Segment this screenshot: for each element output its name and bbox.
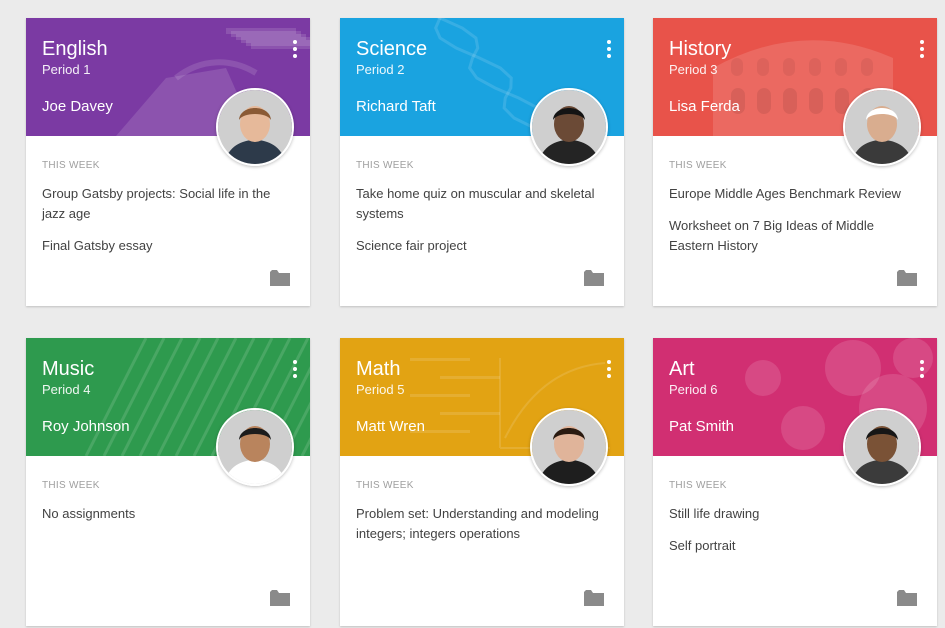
assignment-item[interactable]: Take home quiz on muscular and skeletal … <box>356 184 604 224</box>
class-title[interactable]: English <box>42 38 108 60</box>
teacher-name: Matt Wren <box>356 418 425 435</box>
assignment-item[interactable]: Self portrait <box>669 536 917 556</box>
assignment-list: Problem set: Understanding and modeling … <box>356 504 604 556</box>
teacher-avatar <box>843 88 921 166</box>
folder-icon[interactable] <box>897 270 917 286</box>
teacher-name: Roy Johnson <box>42 418 130 435</box>
teacher-avatar <box>530 88 608 166</box>
assignment-item[interactable]: Europe Middle Ages Benchmark Review <box>669 184 917 204</box>
folder-icon[interactable] <box>584 270 604 286</box>
class-period: Period 4 <box>42 382 91 397</box>
more-vert-icon[interactable] <box>290 360 300 382</box>
this-week-label: THIS WEEK <box>669 160 727 171</box>
teacher-name: Joe Davey <box>42 98 113 115</box>
class-period: Period 2 <box>356 62 405 77</box>
this-week-label: THIS WEEK <box>669 480 727 491</box>
more-vert-icon[interactable] <box>917 40 927 62</box>
assignment-item[interactable]: Problem set: Understanding and modeling … <box>356 504 604 544</box>
more-vert-icon[interactable] <box>917 360 927 382</box>
assignment-list: Europe Middle Ages Benchmark Review Works… <box>669 184 917 268</box>
assignment-list: Still life drawing Self portrait <box>669 504 917 568</box>
more-vert-icon[interactable] <box>604 360 614 382</box>
class-period: Period 3 <box>669 62 718 77</box>
teacher-avatar <box>843 408 921 486</box>
teacher-name: Pat Smith <box>669 418 735 435</box>
class-title[interactable]: History <box>669 38 731 60</box>
class-card-math[interactable]: Math Period 5 Matt Wren THIS WEEK Proble… <box>340 338 624 626</box>
teacher-avatar <box>216 408 294 486</box>
folder-icon[interactable] <box>270 590 290 606</box>
teacher-avatar <box>530 408 608 486</box>
this-week-label: THIS WEEK <box>356 160 414 171</box>
assignment-list: Group Gatsby projects: Social life in th… <box>42 184 290 268</box>
folder-icon[interactable] <box>270 270 290 286</box>
class-card-science[interactable]: Science Period 2 Richard Taft THIS WEEK … <box>340 18 624 306</box>
assignment-item[interactable]: No assignments <box>42 504 290 524</box>
class-grid: English Period 1 Joe Davey THIS WEEK Gro… <box>0 0 945 628</box>
teacher-avatar <box>216 88 294 166</box>
assignment-list: Take home quiz on muscular and skeletal … <box>356 184 604 268</box>
class-title[interactable]: Science <box>356 38 427 60</box>
class-period: Period 6 <box>669 382 718 397</box>
class-title[interactable]: Art <box>669 358 717 380</box>
this-week-label: THIS WEEK <box>42 160 100 171</box>
assignment-item[interactable]: Science fair project <box>356 236 604 256</box>
assignment-item[interactable]: Worksheet on 7 Big Ideas of Middle Easte… <box>669 216 917 256</box>
folder-icon[interactable] <box>584 590 604 606</box>
assignment-item[interactable]: Final Gatsby essay <box>42 236 290 256</box>
teacher-name: Richard Taft <box>356 98 436 115</box>
class-title[interactable]: Math <box>356 358 404 380</box>
assignment-item[interactable]: Group Gatsby projects: Social life in th… <box>42 184 290 224</box>
class-period: Period 5 <box>356 382 405 397</box>
more-vert-icon[interactable] <box>604 40 614 62</box>
folder-icon[interactable] <box>897 590 917 606</box>
more-vert-icon[interactable] <box>290 40 300 62</box>
class-card-art[interactable]: Art Period 6 Pat Smith THIS WEEK Still l… <box>653 338 937 626</box>
this-week-label: THIS WEEK <box>356 480 414 491</box>
class-card-history[interactable]: History Period 3 Lisa Ferda THIS WEEK Eu… <box>653 18 937 306</box>
assignment-item[interactable]: Still life drawing <box>669 504 917 524</box>
teacher-name: Lisa Ferda <box>669 98 740 115</box>
class-card-english[interactable]: English Period 1 Joe Davey THIS WEEK Gro… <box>26 18 310 306</box>
class-card-music[interactable]: Music Period 4 Roy Johnson THIS WEEK No … <box>26 338 310 626</box>
class-period: Period 1 <box>42 62 91 77</box>
class-title[interactable]: Music <box>42 358 94 380</box>
this-week-label: THIS WEEK <box>42 480 100 491</box>
assignment-list: No assignments <box>42 504 290 536</box>
